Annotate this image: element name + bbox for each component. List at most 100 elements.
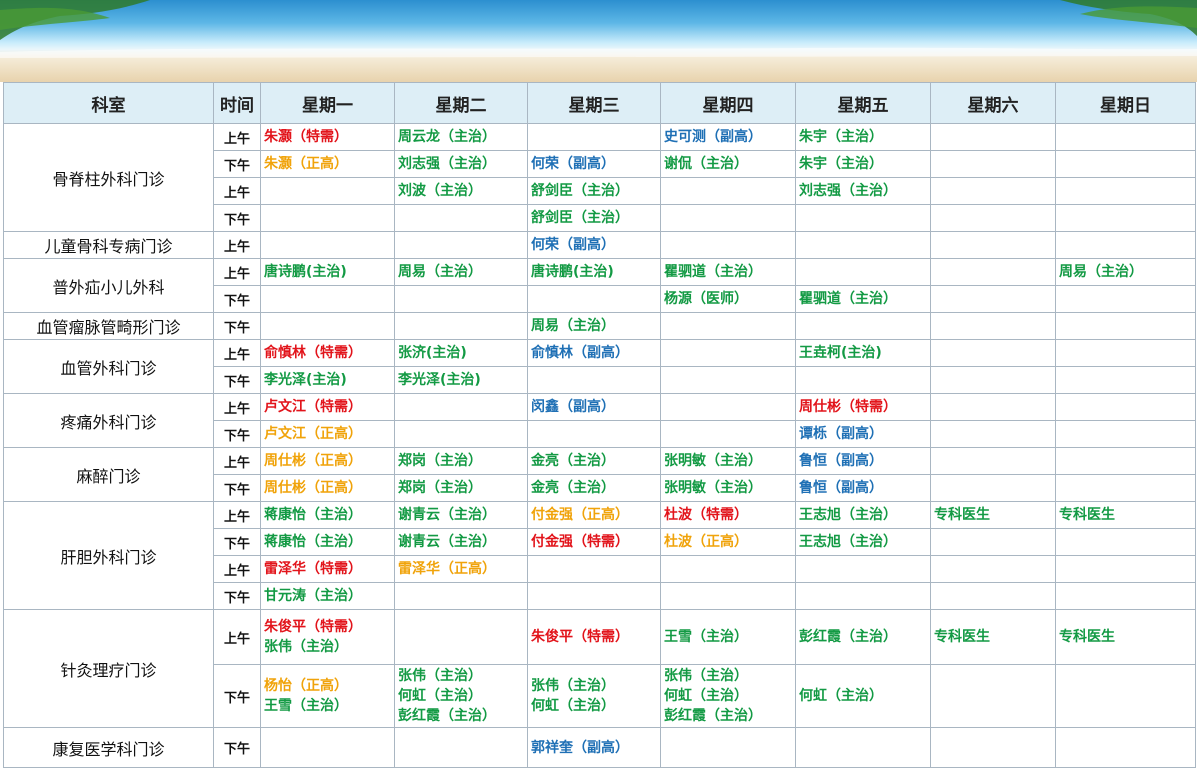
doctor-entry: 杜波（特需） xyxy=(664,507,748,523)
schedule-cell: 专科医生 xyxy=(930,501,1056,529)
time-slot: 下午 xyxy=(213,664,261,728)
schedule-cell: 朱宇（主治） xyxy=(795,123,931,151)
schedule-cell: 唐诗鹏(主治) xyxy=(260,258,395,286)
schedule-cell xyxy=(660,177,796,205)
schedule-cell xyxy=(527,285,661,313)
schedule-row: 儿童骨科专病门诊 上午 何荣（副高） xyxy=(3,231,1196,259)
time-slot: 下午 xyxy=(213,150,261,178)
doctor-entry: 闵鑫（副高） xyxy=(531,399,615,415)
time-slot: 上午 xyxy=(213,555,261,583)
schedule-cell xyxy=(1055,555,1196,583)
schedule-cell: 何荣（副高） xyxy=(527,231,661,259)
schedule-cell: 朱宇（主治） xyxy=(795,150,931,178)
header-thursday: 星期四 xyxy=(660,82,796,124)
doctor-entry: 王雪（主治） xyxy=(264,698,348,714)
schedule-cell: 金亮（主治） xyxy=(527,447,661,475)
doctor-entry: 唐诗鹏(主治) xyxy=(531,264,614,280)
schedule-cell: 舒剑臣（主治） xyxy=(527,204,661,232)
schedule-cell xyxy=(660,312,796,340)
doctor-entry: 张伟（主治） xyxy=(664,668,748,684)
doctor-entry: 张伟（主治） xyxy=(264,639,348,655)
schedule-cell: 谭栎（副高） xyxy=(795,420,931,448)
schedule-cell xyxy=(1055,204,1196,232)
department-name: 普外疝小儿外科 xyxy=(3,258,214,313)
schedule-cell xyxy=(1055,312,1196,340)
schedule-cell xyxy=(1055,727,1196,768)
doctor-entry: 雷泽华（正高） xyxy=(398,561,496,577)
time-slot: 下午 xyxy=(213,528,261,556)
schedule-cell xyxy=(260,204,395,232)
doctor-entry: 张济(主治) xyxy=(398,345,467,361)
schedule-cell: 郑岗（主治） xyxy=(394,447,528,475)
doctor-entry: 谢青云（主治） xyxy=(398,534,496,550)
time-slot: 下午 xyxy=(213,474,261,502)
schedule-cell xyxy=(930,366,1056,394)
doctor-entry: 彭红霞（主治） xyxy=(664,708,762,724)
schedule-cell xyxy=(527,420,661,448)
department-name: 儿童骨科专病门诊 xyxy=(3,231,214,259)
doctor-entry: 郑岗（主治） xyxy=(398,480,482,496)
schedule-cell xyxy=(1055,393,1196,421)
schedule-cell xyxy=(1055,582,1196,610)
doctor-entry: 鲁恒（副高） xyxy=(799,453,883,469)
schedule-cell: 甘元涛（主治） xyxy=(260,582,395,610)
schedule-cell xyxy=(930,393,1056,421)
doctor-entry: 杨源（医师） xyxy=(664,291,748,307)
doctor-entry: 付金强（正高） xyxy=(531,507,629,523)
header-sunday: 星期日 xyxy=(1055,82,1196,124)
schedule-cell: 朱俊平（特需） 张伟（主治） xyxy=(260,609,395,665)
schedule-cell xyxy=(795,555,931,583)
header-monday: 星期一 xyxy=(260,82,395,124)
schedule-cell xyxy=(930,582,1056,610)
doctor-entry: 朱灏（正高） xyxy=(264,156,348,172)
department-name: 麻醉门诊 xyxy=(3,447,214,502)
schedule-cell: 张济(主治) xyxy=(394,339,528,367)
schedule-cell xyxy=(930,420,1056,448)
time-slot: 上午 xyxy=(213,258,261,286)
schedule-cell: 谢侃（主治） xyxy=(660,150,796,178)
doctor-entry: 俞慎林（特需） xyxy=(264,345,362,361)
schedule-cell: 张明敏（主治） xyxy=(660,447,796,475)
doctor-entry: 雷泽华（特需） xyxy=(264,561,362,577)
doctor-entry: 周云龙（主治） xyxy=(398,129,496,145)
doctor-entry: 杜波（正高） xyxy=(664,534,748,550)
schedule-cell: 杨怡（正高） 王雪（主治） xyxy=(260,664,395,728)
schedule-row: 疼痛外科门诊 上午 卢文江（特需） 闵鑫（副高） 周仕彬（特需） xyxy=(3,393,1196,448)
schedule-cell xyxy=(260,177,395,205)
doctor-entry: 刘志强（主治） xyxy=(799,183,897,199)
schedule-cell: 朱灏（特需） xyxy=(260,123,395,151)
schedule-cell xyxy=(930,150,1056,178)
header-wednesday: 星期三 xyxy=(527,82,661,124)
doctor-entry: 李光泽(主治) xyxy=(398,372,481,388)
schedule-cell xyxy=(527,555,661,583)
schedule-cell: 张伟（主治） 何虹（主治） 彭红霞（主治） xyxy=(660,664,796,728)
schedule-cell: 瞿驷道（主治） xyxy=(795,285,931,313)
schedule-cell xyxy=(260,231,395,259)
schedule-cell: 鲁恒（副高） xyxy=(795,447,931,475)
schedule-cell xyxy=(260,727,395,768)
schedule-cell: 郑岗（主治） xyxy=(394,474,528,502)
beach-banner xyxy=(0,0,1197,82)
schedule-cell xyxy=(660,204,796,232)
doctor-entry: 何虹（主治） xyxy=(799,688,883,704)
schedule-cell xyxy=(527,582,661,610)
schedule-cell xyxy=(660,393,796,421)
doctor-entry: 卢文江（正高） xyxy=(264,426,362,442)
time-slot: 上午 xyxy=(213,339,261,367)
doctor-entry: 鲁恒（副高） xyxy=(799,480,883,496)
schedule-cell xyxy=(660,339,796,367)
header-friday: 星期五 xyxy=(795,82,931,124)
schedule-cell: 舒剑臣（主治） xyxy=(527,177,661,205)
schedule-cell xyxy=(795,258,931,286)
schedule-row: 血管外科门诊 上午 俞慎林（特需） 张济(主治) 俞慎林（副高） 王垚柯(主治) xyxy=(3,339,1196,394)
doctor-entry: 专科医生 xyxy=(1059,507,1115,523)
doctor-entry: 史可测（副高） xyxy=(664,129,762,145)
doctor-entry: 周易（主治） xyxy=(1059,264,1143,280)
palm-leaves-decoration xyxy=(0,0,1197,58)
doctor-entry: 何虹（主治） xyxy=(398,688,482,704)
schedule-cell xyxy=(1055,664,1196,728)
time-slot: 上午 xyxy=(213,177,261,205)
schedule-cell xyxy=(260,312,395,340)
doctor-entry: 王雪（主治） xyxy=(664,629,748,645)
time-slot: 上午 xyxy=(213,231,261,259)
